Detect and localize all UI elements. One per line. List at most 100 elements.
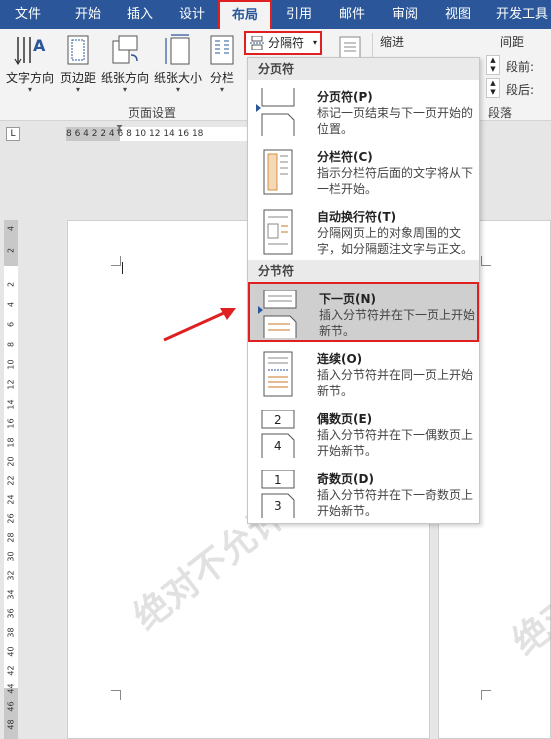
ruler-number: 26 [6, 513, 16, 524]
text-wrapping-icon [263, 209, 293, 255]
ruler-number: 32 [6, 570, 16, 581]
menu-item-title: 分栏符(C) [317, 150, 373, 164]
menu-item-text-wrapping[interactable]: 自动换行符(T) 分隔网页上的对象周围的文字，如分隔题注文字与正文。 [248, 202, 479, 262]
page-corner-mark [111, 256, 121, 266]
odd-page-break-icon: 1 3 [261, 470, 295, 518]
chevron-down-icon: ▾ [175, 85, 180, 94]
chevron-down-icon: ▾ [219, 85, 224, 94]
tab-mailings[interactable]: 邮件 [330, 0, 374, 29]
tab-developer[interactable]: 开发工具 [492, 0, 551, 29]
ruler-number: 44 [6, 683, 16, 694]
column-break-icon [263, 149, 293, 195]
paragraph-group-label: 段落 [488, 106, 513, 120]
indent-label: 缩进 [380, 35, 405, 49]
page-corner-mark [111, 690, 121, 700]
menu-item-column-break[interactable]: 分栏符(C) 指示分栏符后面的文字将从下一栏开始。 [248, 142, 479, 202]
spacing-after-spinner[interactable]: ▲ ▼ [486, 78, 500, 98]
ruler-number: 12 [6, 379, 16, 390]
ruler-number: 14 [6, 399, 16, 410]
menu-item-description: 插入分节符并在下一页上开始新节。 [319, 308, 476, 338]
chevron-down-icon: ▾ [27, 85, 32, 94]
ruler-number: 2 [6, 247, 16, 254]
chevron-down-icon: ▾ [75, 85, 80, 94]
spacing-before-label: 段前: [506, 60, 535, 74]
breaks-label: 分隔符 [268, 36, 305, 50]
menu-item-page-break[interactable]: 分页符(P) 标记一页结束与下一页开始的位置。 [248, 82, 479, 142]
tab-stop-selector[interactable]: L [6, 127, 20, 141]
size-button[interactable]: 纸张大小 ▾ [152, 31, 204, 95]
ruler-number: 34 [6, 589, 16, 600]
menu-item-next-page[interactable]: 下一页(N) 插入分节符并在下一页上开始新节。 [248, 282, 479, 342]
ruler-number: 6 [6, 321, 16, 328]
annotation-arrow-icon [163, 308, 236, 342]
ruler-number: 4 [6, 225, 16, 232]
ruler-number: 10 [6, 359, 16, 370]
ruler-number: 28 [6, 532, 16, 543]
menu-item-title: 奇数页(D) [317, 472, 374, 486]
ruler-number: 8 [6, 341, 16, 348]
menu-item-title: 连续(O) [317, 352, 363, 366]
menu-item-description: 插入分节符并在下一偶数页上开始新节。 [317, 428, 474, 458]
horizontal-ruler[interactable]: 8 6 4 2 2 4 6 8 10 12 14 16 18 [66, 127, 266, 141]
breaks-dropdown-menu: 分页符 分页符(P) 标记一页结束与下一页开始的位置。 分栏符(C) 指示分栏符… [247, 57, 480, 524]
tab-references[interactable]: 引用 [277, 0, 321, 29]
ruler-number: 18 [6, 437, 16, 448]
tab-home[interactable]: 开始 [66, 0, 110, 29]
page-corner-mark [481, 256, 491, 266]
ruler-number: 20 [6, 456, 16, 467]
tab-design[interactable]: 设计 [170, 0, 214, 29]
margins-icon [67, 35, 89, 65]
ruler-numbers: 8 6 4 2 2 4 6 8 10 12 14 16 18 [66, 129, 204, 139]
tab-review[interactable]: 审阅 [383, 0, 427, 29]
ruler-number: 40 [6, 646, 16, 657]
menu-item-even-page[interactable]: 2 4 偶数页(E) 插入分节符并在下一偶数页上开始新节。 [248, 404, 479, 464]
svg-text:2: 2 [274, 413, 282, 427]
orientation-button[interactable]: 纸张方向 ▾ [99, 31, 151, 95]
ruler-number: 46 [6, 701, 16, 712]
watermark-next: 绝对不允许外传 [505, 476, 551, 664]
svg-text:3: 3 [274, 499, 282, 513]
paper-size-icon [165, 34, 190, 65]
ruler-number: 22 [6, 475, 16, 486]
tab-insert[interactable]: 插入 [118, 0, 162, 29]
spacing-label: 间距 [500, 35, 525, 49]
chevron-down-icon: ▾ [312, 38, 317, 47]
text-direction-icon: A [14, 36, 46, 66]
text-cursor [122, 262, 123, 274]
tab-file[interactable]: 文件 [6, 0, 50, 29]
columns-label: 分栏 [209, 71, 234, 85]
breaks-button[interactable]: 分隔符 ▾ [244, 31, 322, 55]
ruler-number: 42 [6, 665, 16, 676]
page-break-icon [250, 36, 264, 50]
chevron-down-icon: ▾ [122, 85, 127, 94]
menu-item-title: 下一页(N) [319, 292, 377, 306]
menu-item-description: 指示分栏符后面的文字将从下一栏开始。 [317, 166, 474, 196]
columns-button[interactable]: 分栏 ▾ [204, 31, 240, 95]
page-break-icon [261, 88, 295, 136]
section-breaks-header: 分节符 [248, 260, 479, 282]
menu-item-description: 插入分节符并在下一奇数页上开始新节。 [317, 488, 474, 518]
indent-marker-icon[interactable]: ⧗ [116, 123, 123, 134]
tab-layout[interactable]: 布局 [218, 0, 272, 29]
ruler-number: 38 [6, 627, 16, 638]
ruler-number: 48 [6, 719, 16, 730]
tab-view[interactable]: 视图 [436, 0, 480, 29]
vertical-ruler[interactable]: 4 2 2 4 6 8 10 12 14 16 18 20 22 24 26 2… [4, 220, 18, 739]
menu-item-continuous[interactable]: 连续(O) 插入分节符并在同一页上开始新节。 [248, 344, 479, 404]
page-breaks-header: 分页符 [248, 58, 479, 80]
ruler-number: 4 [6, 301, 16, 308]
spacing-before-spinner[interactable]: ▲ ▼ [486, 55, 500, 75]
ribbon-tab-bar: 文件 开始 插入 设计 布局 引用 邮件 审阅 视图 开发工具 [0, 0, 551, 29]
continuous-break-icon [263, 351, 293, 397]
ruler-number: 2 [6, 281, 16, 288]
menu-item-title: 自动换行符(T) [317, 210, 397, 224]
even-page-break-icon: 2 4 [261, 410, 295, 458]
ruler-number: 16 [6, 418, 16, 429]
svg-text:4: 4 [274, 439, 282, 453]
svg-text:1: 1 [274, 473, 282, 487]
menu-item-odd-page[interactable]: 1 3 奇数页(D) 插入分节符并在下一奇数页上开始新节。 [248, 464, 479, 524]
page-setup-group-label: 页面设置 [128, 106, 177, 120]
page-corner-mark [481, 690, 491, 700]
ruler-number: 24 [6, 494, 16, 505]
columns-icon [210, 35, 234, 65]
